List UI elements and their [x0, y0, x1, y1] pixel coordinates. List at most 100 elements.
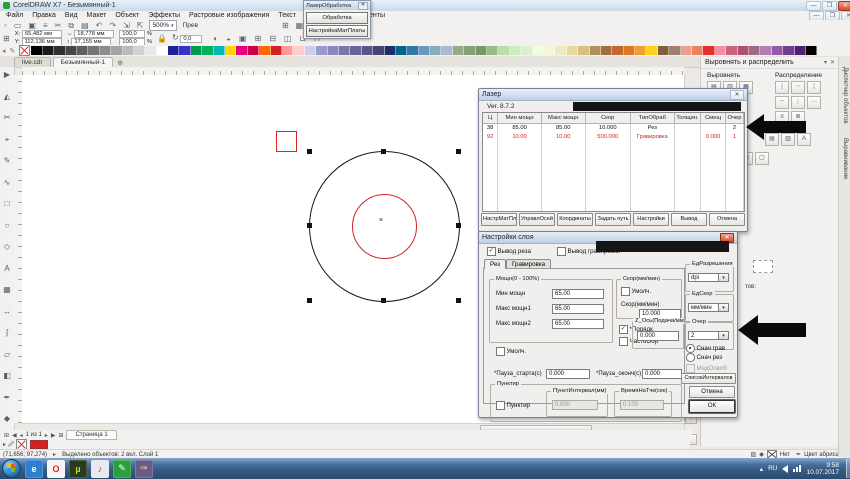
page-tab[interactable]: Страница 1 [66, 430, 116, 440]
color-swatch[interactable] [259, 46, 270, 55]
tab-cut[interactable]: Рез [484, 259, 506, 269]
color-swatch[interactable] [738, 46, 749, 55]
distribute-option-button[interactable]: ┄ [791, 81, 805, 94]
open-icon[interactable]: ▭ [14, 21, 22, 31]
process-button[interactable]: Обработка [306, 12, 368, 24]
color-swatch[interactable] [225, 46, 236, 55]
color-swatch[interactable] [316, 46, 327, 55]
laser-dialog-button[interactable]: Задать путь [595, 213, 631, 226]
dimension-tool-icon[interactable]: ↔ [3, 307, 11, 316]
order-dropdown[interactable]: 2▾ [688, 331, 729, 340]
dash-checkbox[interactable]: Пунктир [496, 401, 530, 410]
freehand-tool-icon[interactable]: ✎ [4, 156, 11, 165]
table-header-cell[interactable]: Скор [586, 113, 631, 123]
mirror-horizontal-icon[interactable]: ◐ [213, 34, 218, 43]
next-page-icon[interactable]: ▸ [45, 432, 48, 439]
pause-end-field[interactable]: 0.000 [642, 369, 682, 379]
language-indicator[interactable]: RU [768, 465, 777, 472]
last-page-icon[interactable]: ▶ [51, 432, 56, 439]
outline-tool-icon[interactable]: ✒ [4, 393, 11, 402]
print-icon[interactable]: ≡ [43, 21, 48, 31]
fill-tool-icon[interactable]: ◆ [4, 414, 10, 423]
snap-label-fragment[interactable]: Прев [183, 22, 198, 29]
color-swatch[interactable] [88, 46, 99, 55]
pause-start-field[interactable]: 0.000 [546, 369, 590, 379]
selection-handle[interactable] [307, 149, 312, 154]
align-page-button[interactable]: ▢ [755, 152, 769, 165]
color-swatch[interactable] [476, 46, 487, 55]
zoom-level-combo[interactable]: 500% ▾ [149, 20, 176, 31]
table-header-cell[interactable]: Ц [483, 113, 498, 123]
color-swatch[interactable] [703, 46, 714, 55]
color-swatch[interactable] [373, 46, 384, 55]
color-swatch[interactable] [601, 46, 612, 55]
distribute-option-button[interactable]: ╎ [807, 81, 821, 94]
color-swatch[interactable] [305, 46, 316, 55]
table-row[interactable]: 92 10.00 10.00 500.000 Гравировка 0.000 … [483, 133, 744, 142]
first-page-icon[interactable]: ◀ [12, 432, 17, 439]
show-desktop-button[interactable] [846, 459, 850, 478]
ellipse-tool-icon[interactable]: ○ [5, 221, 10, 230]
laser-dialog-button[interactable]: Отмена [709, 213, 745, 226]
rotation-angle-field[interactable]: 0,0 [180, 35, 202, 43]
color-swatch[interactable] [145, 46, 156, 55]
color-swatch[interactable] [783, 46, 794, 55]
weld-icon[interactable]: ◫ [284, 34, 292, 43]
palette-eyedropper-icon[interactable]: 🖉 [8, 440, 14, 450]
docker-tab-alignment[interactable]: Выравнивание [842, 138, 848, 179]
itunes-icon[interactable]: ♪ [91, 460, 109, 478]
table-tool-icon[interactable]: ▦ [3, 285, 11, 294]
menu-item[interactable]: Эффекты [148, 12, 180, 19]
cut-output-checkbox[interactable]: ✓Вывод реза [487, 247, 531, 256]
zoom-tool-icon[interactable]: ⌖ [5, 135, 10, 144]
color-swatch[interactable] [179, 46, 190, 55]
export-icon[interactable]: ⇱ [137, 21, 144, 31]
color-swatch[interactable] [385, 46, 396, 55]
volume-icon[interactable] [782, 465, 788, 473]
selection-handle[interactable] [307, 223, 312, 228]
color-swatch[interactable] [521, 46, 532, 55]
color-swatch[interactable] [612, 46, 623, 55]
red-square-object[interactable] [276, 131, 297, 152]
color-swatch[interactable] [533, 46, 544, 55]
color-swatch[interactable] [236, 46, 247, 55]
color-swatch[interactable] [293, 46, 304, 55]
menu-item[interactable]: Объект [115, 12, 139, 19]
laser-dialog-button[interactable]: Координаты [557, 213, 593, 226]
power-default-checkbox[interactable]: Умолч. [496, 347, 526, 356]
selection-handle[interactable] [456, 149, 461, 154]
cut-icon[interactable]: ✂ [55, 21, 62, 31]
start-button[interactable] [2, 459, 21, 478]
new-icon[interactable]: ▫ [4, 21, 7, 31]
color-swatch[interactable] [191, 46, 202, 55]
color-swatch[interactable] [396, 46, 407, 55]
laser-dialog-button[interactable]: Вывод [671, 213, 707, 226]
lock-ratio-icon[interactable]: 🔒 [157, 34, 167, 43]
menu-item[interactable]: Файл [6, 12, 23, 19]
intervals-list-button[interactable]: СписокИнтервалов [681, 373, 736, 384]
distribute-option-button[interactable]: ┆ [775, 81, 789, 94]
mirror-vertical-icon[interactable]: ◒ [226, 34, 231, 43]
color-swatch[interactable] [772, 46, 783, 55]
paste-icon[interactable]: ▤ [81, 21, 89, 31]
color-swatch[interactable] [795, 46, 806, 55]
polygon-tool-icon[interactable]: ◇ [4, 242, 10, 251]
color-swatch[interactable] [54, 46, 65, 55]
table-header-cell[interactable]: Толщин. [675, 113, 702, 123]
distribute-option-button[interactable]: ⋯ [807, 96, 821, 109]
table-header-cell[interactable]: Мин мощн [498, 113, 542, 123]
table-row[interactable]: 38 85.00 85.00 10.000 Рез 2 [483, 124, 744, 133]
color-swatch[interactable] [339, 46, 350, 55]
connector-tool-icon[interactable]: ʃ [6, 328, 8, 337]
color-swatch[interactable] [350, 46, 361, 55]
selection-handle[interactable] [381, 149, 386, 154]
opera-icon[interactable]: O [47, 460, 65, 478]
color-swatch[interactable] [646, 46, 657, 55]
add-page-end-icon[interactable]: ⊞ [58, 432, 63, 439]
resolution-unit-dropdown[interactable]: dpi▾ [688, 273, 729, 282]
board-setup-button[interactable]: НастройкаМатПлаты [306, 25, 368, 37]
menu-item[interactable]: Макет [87, 12, 107, 19]
coreldraw-icon[interactable]: ✎ [113, 460, 131, 478]
selection-handle[interactable] [456, 223, 461, 228]
table-header-cell[interactable]: Макс мощн [542, 113, 586, 123]
